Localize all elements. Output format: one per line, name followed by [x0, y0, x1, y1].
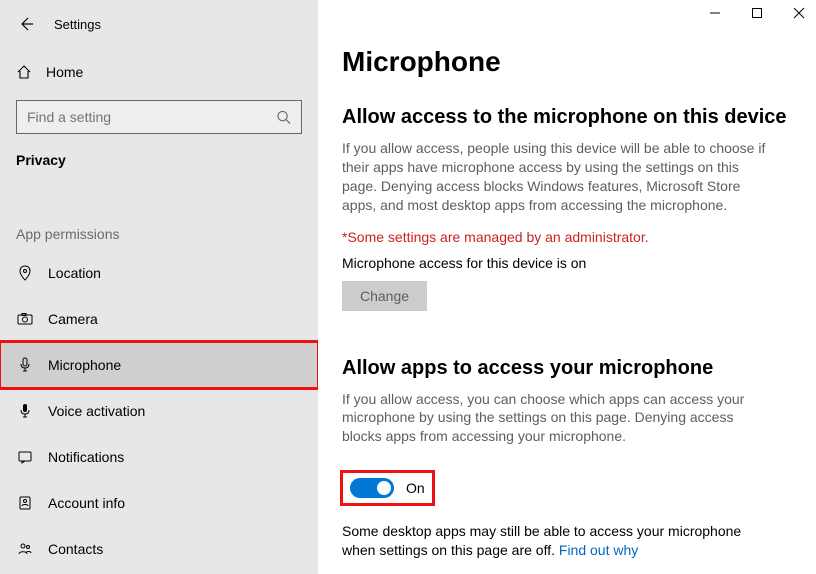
- section2-heading: Allow apps to access your microphone: [342, 357, 792, 380]
- sidebar-item-home[interactable]: Home: [0, 54, 318, 90]
- find-out-why-link[interactable]: Find out why: [559, 542, 638, 558]
- sidebar-item-voice-activation[interactable]: Voice activation: [0, 388, 318, 434]
- back-button[interactable]: [16, 14, 36, 34]
- section1-heading: Allow access to the microphone on this d…: [342, 106, 792, 129]
- search-input[interactable]: [27, 109, 267, 125]
- voice-icon: [16, 402, 34, 420]
- home-icon: [16, 64, 32, 80]
- contacts-icon: [16, 540, 34, 558]
- main-content: Microphone Allow access to the microphon…: [318, 0, 816, 574]
- sidebar-item-camera[interactable]: Camera: [0, 296, 318, 342]
- sidebar-item-location[interactable]: Location: [0, 250, 318, 296]
- arrow-left-icon: [18, 16, 34, 32]
- account-icon: [16, 494, 34, 512]
- search-wrap: [0, 100, 318, 134]
- section1-desc: If you allow access, people using this d…: [342, 139, 772, 215]
- minimize-button[interactable]: [708, 6, 722, 20]
- sidebar: Settings Home Privacy App permissions: [0, 0, 318, 574]
- microphone-icon: [16, 356, 34, 374]
- nav-label: Voice activation: [48, 403, 145, 419]
- permissions-heading: App permissions: [0, 226, 318, 242]
- admin-note: *Some settings are managed by an adminis…: [342, 229, 792, 245]
- camera-icon: [16, 310, 34, 328]
- nav-label: Notifications: [48, 449, 124, 465]
- search-icon: [276, 110, 291, 125]
- toggle-knob: [377, 481, 391, 495]
- sidebar-item-account-info[interactable]: Account info: [0, 480, 318, 526]
- window-controls: [708, 6, 806, 20]
- footnote-text: Some desktop apps may still be able to a…: [342, 523, 741, 558]
- sidebar-item-notifications[interactable]: Notifications: [0, 434, 318, 480]
- search-box[interactable]: [16, 100, 302, 134]
- section-label-privacy: Privacy: [0, 152, 318, 168]
- sidebar-item-microphone[interactable]: Microphone: [0, 342, 318, 388]
- device-access-status: Microphone access for this device is on: [342, 255, 792, 271]
- home-label: Home: [46, 64, 83, 80]
- nav-label: Camera: [48, 311, 98, 327]
- toggle-label: On: [406, 480, 425, 496]
- nav-label: Microphone: [48, 357, 121, 373]
- apps-access-toggle-wrap: On: [342, 472, 433, 504]
- nav-label: Account info: [48, 495, 125, 511]
- apps-access-toggle[interactable]: [350, 478, 394, 498]
- page-title: Microphone: [342, 46, 792, 78]
- section2-desc: If you allow access, you can choose whic…: [342, 390, 772, 447]
- location-icon: [16, 264, 34, 282]
- close-button[interactable]: [792, 6, 806, 20]
- sidebar-item-contacts[interactable]: Contacts: [0, 526, 318, 572]
- footnote: Some desktop apps may still be able to a…: [342, 522, 772, 560]
- nav-label: Location: [48, 265, 101, 281]
- nav-list: Location Camera Microphone Voice activ: [0, 250, 318, 572]
- window-title: Settings: [54, 17, 101, 32]
- notifications-icon: [16, 448, 34, 466]
- maximize-button[interactable]: [750, 6, 764, 20]
- change-button[interactable]: Change: [342, 281, 427, 311]
- nav-label: Contacts: [48, 541, 103, 557]
- titlebar: Settings: [0, 0, 318, 42]
